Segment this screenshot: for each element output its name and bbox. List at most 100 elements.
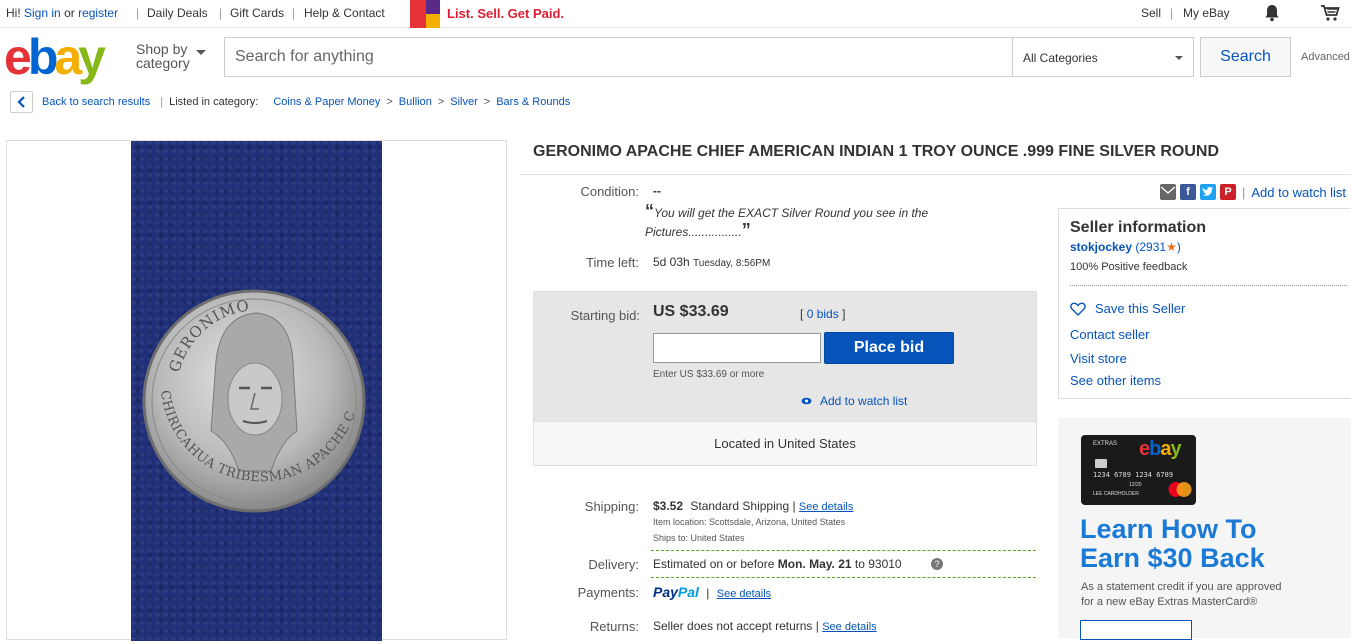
divider: | [219,6,223,20]
sign-in-link[interactable]: Sign in [24,6,61,20]
delivery-value: Estimated on or before Mon. May. 21 to 9… [653,557,943,571]
item-title: GERONIMO APACHE CHIEF AMERICAN INDIAN 1 … [533,143,1219,160]
ebay-logo[interactable]: ebay [4,29,106,85]
bid-count-link[interactable]: 0 bids [807,307,839,321]
top-bar: Hi! Sign in or register | Daily Deals | … [0,0,1351,28]
back-button[interactable] [10,91,33,113]
seller-info-heading: Seller information [1070,219,1207,236]
star-icon: ★ [1166,240,1177,254]
ad-subtext: As a statement credit if you are approve… [1081,580,1331,610]
chevron-down-icon [196,50,206,55]
bid-box: Starting bid: US $33.69 [ 0 bids ] Place… [533,291,1037,466]
greeting-text: Hi! [6,6,21,20]
daily-deals-link[interactable]: Daily Deals [147,6,208,20]
contact-seller-link[interactable]: Contact seller [1070,327,1149,342]
returns-text: Seller does not accept returns | [653,619,819,633]
item-image-panel: GERONIMO CHIRICAHUA TRIBESMAN APACHE CHI… [6,130,507,641]
delivery-date: Mon. May. 21 [777,557,852,571]
email-icon[interactable] [1160,184,1176,200]
payments-see-details-link[interactable]: See details [717,588,771,600]
payments-value: PayPal | See details [653,584,771,600]
save-seller-link[interactable]: Save this Seller [1095,301,1185,316]
see-other-items-link[interactable]: See other items [1070,373,1161,388]
breadcrumb-separator: > [483,96,491,108]
category-select[interactable]: All Categories [1012,37,1194,77]
breadcrumb-item[interactable]: Bullion [399,96,432,108]
seller-notes-line: You will get the EXACT Silver Round you … [654,206,929,220]
twitter-icon[interactable] [1200,184,1216,200]
divider: | [1242,184,1246,200]
paypal-logo-pay: Pay [653,584,678,600]
bid-amount-input[interactable] [653,333,821,363]
returns-see-details-link[interactable]: See details [822,621,876,633]
time-left-remaining: 5d 03h [653,255,690,269]
shop-by-category-button[interactable]: Shop by category [136,42,190,70]
add-to-watch-list-link[interactable]: Add to watch list [1251,185,1346,200]
breadcrumb-separator: > [437,96,445,108]
payments-label: Payments: [577,585,639,600]
mastercard-ad[interactable]: EXTRAS ebay 1234 6789 1234 6789 12/20 LE… [1058,418,1351,640]
divider: | [1170,6,1174,20]
shipping-label: Shipping: [584,499,639,514]
card-expiry: 12/20 [1129,482,1142,488]
register-link[interactable]: register [78,6,118,20]
divider: | [160,96,164,108]
seller-divider [1070,285,1347,286]
item-photo[interactable]: GERONIMO CHIRICAHUA TRIBESMAN APACHE CHI… [125,130,382,641]
returns-value: Seller does not accept returns | See det… [653,619,877,633]
search-button[interactable]: Search [1200,37,1291,77]
help-contact-link[interactable]: Help & Contact [304,6,385,20]
place-bid-button[interactable]: Place bid [824,332,954,364]
my-ebay-link[interactable]: My eBay [1183,6,1230,20]
ad-cta-button[interactable] [1080,620,1192,640]
sell-link[interactable]: Sell [1141,6,1161,20]
visit-store-link[interactable]: Visit store [1070,351,1127,366]
cart-icon[interactable] [1320,4,1340,25]
shipping-see-details-link[interactable]: See details [799,501,853,513]
condition-value: -- [653,184,661,198]
silver-coin-image: GERONIMO CHIRICAHUA TRIBESMAN APACHE CHI… [125,130,366,513]
card-holder: LEE CARDHOLDER [1093,491,1139,497]
ships-to: Ships to: United States [653,533,745,543]
positive-feedback: 100% Positive feedback [1070,261,1188,273]
or-text: or [64,6,75,20]
help-icon[interactable]: ? [931,558,943,570]
section-divider [651,550,1036,551]
shop-by-label: Shop by [136,41,188,57]
gift-cards-link[interactable]: Gift Cards [230,6,284,20]
divider: | [292,6,296,20]
bid-hint: Enter US $33.69 or more [653,369,765,380]
notification-bell-icon[interactable] [1264,4,1280,25]
advanced-search-link[interactable]: Advanced [1301,51,1350,63]
bid-watch-list[interactable]: Add to watch list [801,394,907,408]
category-label: category [136,55,190,71]
breadcrumb-item[interactable]: Bars & Rounds [496,96,570,108]
delivery-label: Delivery: [588,557,639,572]
seller-name-link[interactable]: stokjockey [1070,240,1132,254]
search-input[interactable] [224,37,1013,77]
card-chip-icon [1095,459,1107,468]
facebook-icon[interactable]: f [1180,184,1196,200]
delivery-prefix: Estimated on or before [653,557,775,571]
bid-add-to-watch-list-link[interactable]: Add to watch list [820,394,907,408]
category-select-value: All Categories [1023,51,1098,65]
seller-feedback-score[interactable]: (2931 [1135,240,1166,254]
chevron-left-icon [17,96,25,108]
breadcrumb-item[interactable]: Silver [450,96,478,108]
logo-letter: y [78,29,106,85]
listed-in-label: Listed in category: [169,96,259,108]
promo-link[interactable]: List. Sell. Get Paid. [447,6,564,21]
ad-headline-line: Learn How To [1080,514,1257,544]
pinterest-icon[interactable]: P [1220,184,1236,200]
logo-letter: e [4,29,32,85]
promo-logo[interactable] [410,0,440,28]
breadcrumb-item[interactable]: Coins & Paper Money [273,96,380,108]
shipping-price: $3.52 [653,499,684,513]
back-to-results-link[interactable]: Back to search results [42,96,150,108]
feedback-score-bracket: ) [1176,240,1181,254]
time-left-label: Time left: [586,255,639,270]
save-seller-row[interactable]: Save this Seller [1070,301,1185,316]
share-row: f P | Add to watch list [1160,184,1346,200]
condition-label: Condition: [580,184,639,199]
bid-count-bracket: [ [800,307,804,321]
